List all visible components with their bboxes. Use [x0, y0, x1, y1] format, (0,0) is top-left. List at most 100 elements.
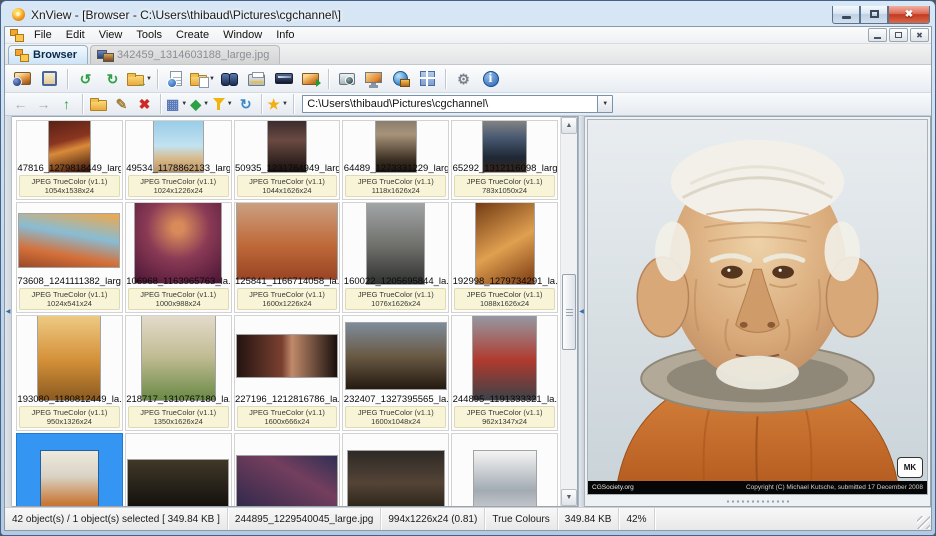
settings-button[interactable]: ⚙ [451, 67, 476, 91]
thumbnail-info: JPEG TrueColor (v1.1)1600x666x24 [237, 406, 338, 428]
print-button[interactable] [244, 67, 269, 91]
thumbnail-cell[interactable] [125, 433, 232, 506]
close-button[interactable]: ✖ [888, 6, 930, 24]
contact-sheet-button[interactable] [415, 67, 440, 91]
thumbnail-format: JPEG TrueColor (v1.1) [238, 408, 337, 417]
content-area: ◀ 47816_1279818449_largeJPEG TrueColor (… [5, 116, 931, 507]
thumbnail-cell[interactable] [342, 433, 449, 506]
menu-item-create[interactable]: Create [169, 28, 216, 42]
thumbnail-image-area [19, 318, 120, 394]
thumbnail-cell[interactable]: 73608_1241111382_largeJPEG TrueColor (v1… [16, 202, 123, 313]
credit-site: CGSociety.org [592, 484, 634, 491]
dropdown-arrow-icon[interactable]: ▼ [282, 101, 288, 107]
thumbnail-image-area [454, 436, 555, 506]
fullscreen-button[interactable] [37, 67, 62, 91]
thumbnail-cell[interactable]: 49534_1178862133_largeJPEG TrueColor (v1… [125, 120, 232, 200]
mdi-close-button[interactable]: ✖ [910, 28, 929, 42]
scan-icon [275, 73, 293, 84]
thumbnail-cell[interactable]: 160022_1205695844_la...JPEG TrueColor (v… [342, 202, 449, 313]
scroll-down-button[interactable]: ▼ [561, 489, 577, 506]
tab-bar: Browser 342459_1314603188_large.jpg [5, 44, 931, 65]
new-folder-button[interactable] [88, 95, 109, 114]
thumbnail-dimensions: 1024x1226x24 [129, 186, 228, 195]
thumbnail-cell[interactable]: 227196_1212816786_la...JPEG TrueColor (v… [234, 315, 341, 431]
menu-item-window[interactable]: Window [216, 28, 269, 42]
menu-item-info[interactable]: Info [269, 28, 301, 42]
scan-button[interactable] [271, 67, 296, 91]
scrollbar-track[interactable] [561, 134, 577, 489]
thumbnail-cell[interactable]: 64489_1273331229_largeJPEG TrueColor (v1… [342, 120, 449, 200]
scroll-down-icon: ▼ [566, 494, 573, 501]
left-collapse-strip[interactable]: ◀ [5, 116, 12, 507]
thumbnail-cell[interactable]: 50935_1231764949_largeJPEG TrueColor (v1… [234, 120, 341, 200]
search-icon [221, 72, 238, 85]
sort-button[interactable]: ◆▼ [189, 95, 210, 114]
web-button[interactable] [388, 67, 413, 91]
forward-button[interactable]: → [33, 95, 54, 114]
pane-splitter[interactable]: ◀ [578, 116, 585, 507]
thumbnail-cell[interactable]: 232407_1327395565_la...JPEG TrueColor (v… [342, 315, 449, 431]
mdi-restore-button[interactable] [889, 28, 908, 42]
preview-bottom-splitter[interactable] [585, 497, 930, 506]
dropdown-arrow-icon[interactable]: ▼ [181, 101, 187, 107]
address-dropdown-button[interactable]: ▼ [597, 95, 613, 113]
info-circle-button[interactable]: i [478, 67, 503, 91]
delete-button[interactable]: ✖ [134, 95, 155, 114]
tab-browser-label: Browser [33, 49, 77, 61]
thumbnail-cell[interactable]: 244895_1191333321_la...JPEG TrueColor (v… [451, 315, 558, 431]
properties-button[interactable] [163, 67, 188, 91]
convert-button[interactable]: ▼ [127, 67, 152, 91]
print-icon [248, 74, 265, 86]
vertical-scrollbar[interactable]: ▲ ▼ [560, 117, 577, 506]
scrollbar-thumb[interactable] [562, 274, 576, 350]
wallpaper-button[interactable] [361, 67, 386, 91]
favorites-button[interactable]: ★▼ [267, 95, 288, 114]
address-input[interactable] [302, 95, 597, 113]
tab-image[interactable]: 342459_1314603188_large.jpg [90, 45, 280, 64]
thumbnail-image [346, 323, 446, 389]
dropdown-arrow-icon[interactable]: ▼ [227, 101, 233, 107]
address-bar: ▼ [302, 95, 613, 113]
dropdown-arrow-icon[interactable]: ▼ [203, 101, 209, 107]
refresh-button[interactable]: ↻ [235, 95, 256, 114]
menu-item-view[interactable]: View [92, 28, 130, 42]
back-button[interactable]: ← [10, 95, 31, 114]
capture-button[interactable] [334, 67, 359, 91]
thumbnail-cell[interactable]: 47816_1279818449_largeJPEG TrueColor (v1… [16, 120, 123, 200]
thumbnail-cell[interactable]: 218717_1310767180_la...JPEG TrueColor (v… [125, 315, 232, 431]
thumbnail-cell[interactable] [234, 433, 341, 506]
thumbnail-cell[interactable]: 192998_1279734291_la...JPEG TrueColor (v… [451, 202, 558, 313]
thumbnail-dimensions: 1000x988x24 [129, 299, 228, 308]
rotate-right-button[interactable]: ↻ [100, 67, 125, 91]
thumbnail-cell[interactable]: 125841_1166714058_la...JPEG TrueColor (v… [234, 202, 341, 313]
tab-browser[interactable]: Browser [8, 45, 88, 64]
search-button[interactable] [217, 67, 242, 91]
mdi-minimize-button[interactable] [868, 28, 887, 42]
preview-image[interactable]: MK CGSociety.org Copyright (C) Michael K… [587, 119, 928, 495]
minimize-button[interactable] [832, 6, 860, 24]
slideshow-button[interactable] [298, 67, 323, 91]
menu-item-file[interactable]: File [27, 28, 59, 42]
menu-item-edit[interactable]: Edit [59, 28, 92, 42]
thumbnail-cell[interactable]: 106968_1163965763_la...JPEG TrueColor (v… [125, 202, 232, 313]
scroll-up-button[interactable]: ▲ [561, 117, 577, 134]
resize-grip[interactable] [917, 516, 930, 529]
menu-bar: FileEditViewToolsCreateWindowInfo ✖ [5, 27, 931, 44]
browse-button[interactable] [10, 67, 35, 91]
up-button[interactable]: ↑ [56, 95, 77, 114]
copy-to-button[interactable]: ▼ [190, 67, 215, 91]
view-mode-button[interactable]: ▦▼ [166, 95, 187, 114]
status-filler [655, 508, 932, 530]
thumbnail-cell[interactable]: 65292_1312116098_largeJPEG TrueColor (v1… [451, 120, 558, 200]
edit-button[interactable]: ✎ [111, 95, 132, 114]
rotate-left-icon: ↺ [80, 72, 92, 86]
rotate-left-button[interactable]: ↺ [73, 67, 98, 91]
menu-item-tools[interactable]: Tools [129, 28, 169, 42]
thumbnail-cell[interactable] [451, 433, 558, 506]
thumbnail-cell[interactable]: 193080_1180812449_la...JPEG TrueColor (v… [16, 315, 123, 431]
title-bar[interactable]: XnView - [Browser - C:\Users\thibaud\Pic… [4, 1, 932, 26]
maximize-button[interactable] [860, 6, 888, 24]
dropdown-arrow-icon[interactable]: ▼ [209, 76, 215, 82]
thumbnail-cell[interactable] [16, 433, 123, 506]
filter-button[interactable]: ▼ [212, 95, 233, 114]
